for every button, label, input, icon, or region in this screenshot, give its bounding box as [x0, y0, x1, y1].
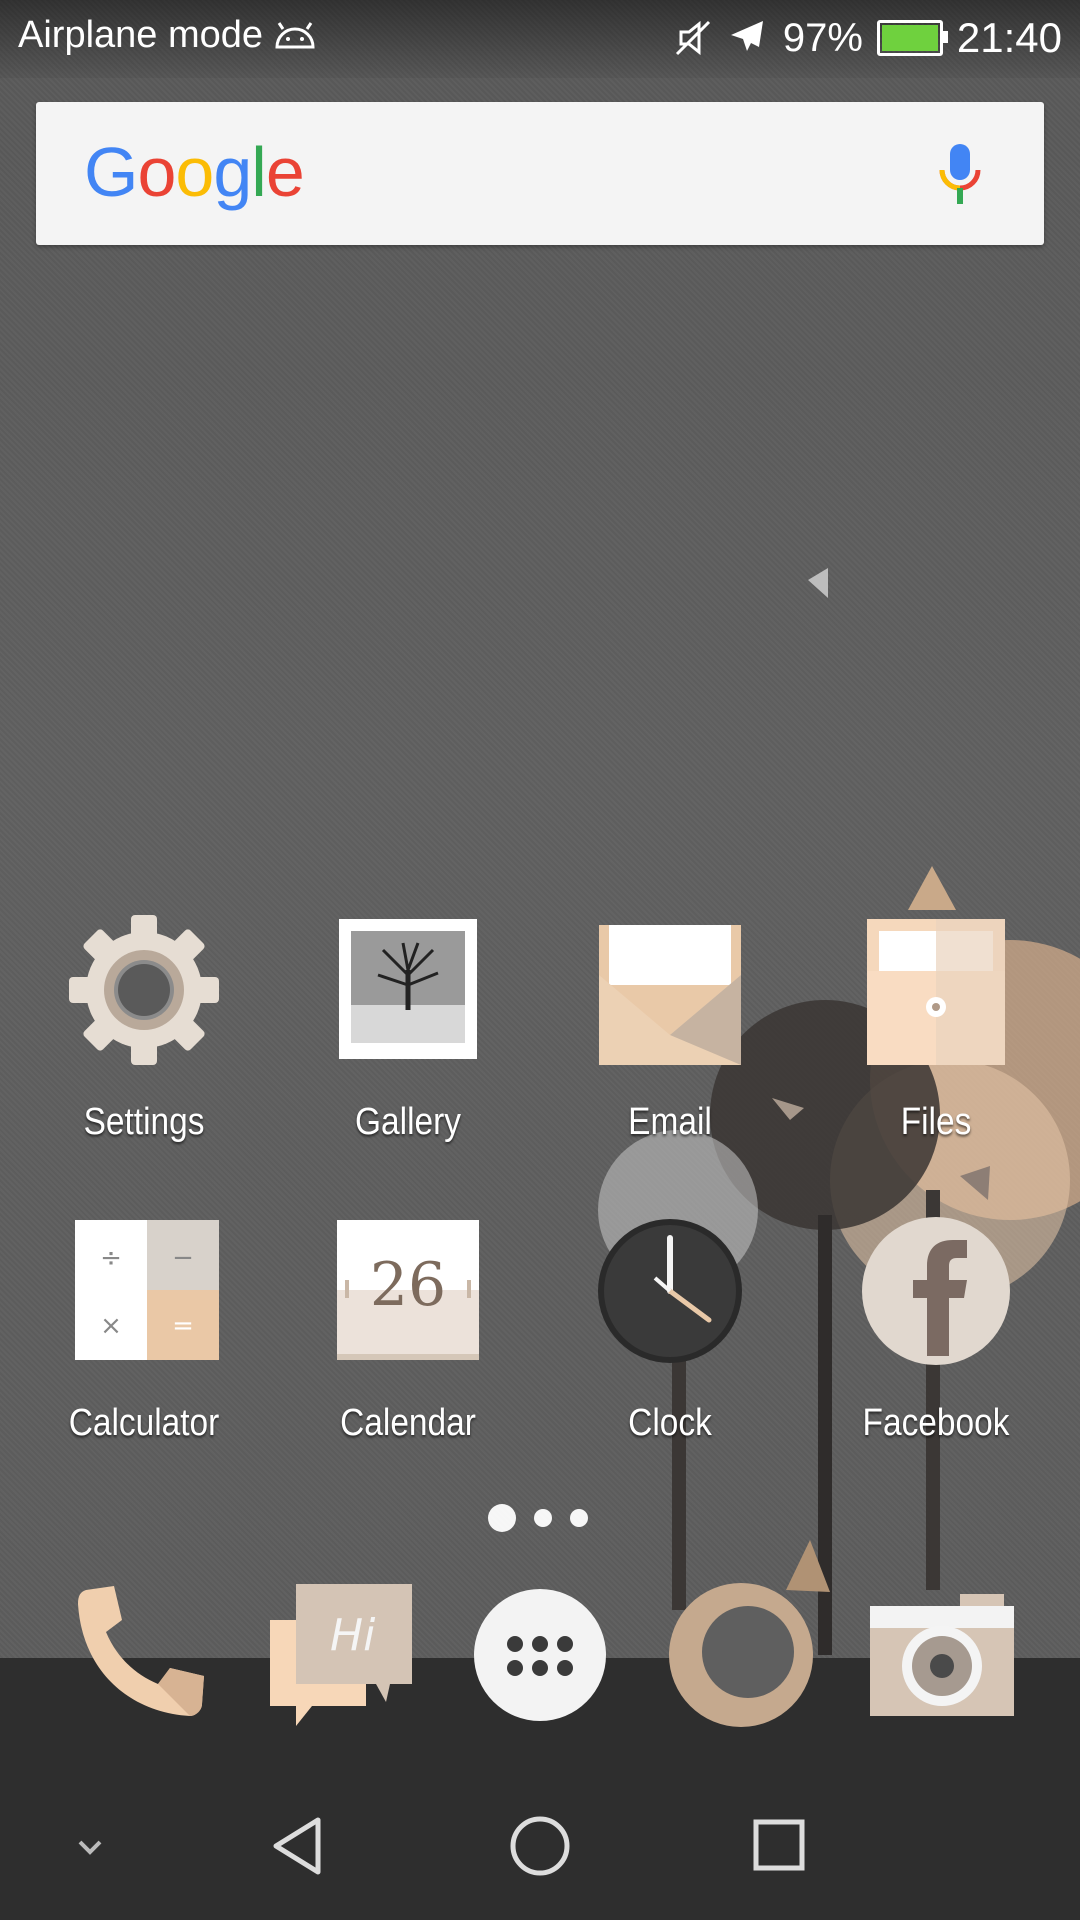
app-calendar[interactable]: 26 Calendar — [298, 1216, 518, 1445]
app-facebook[interactable]: Facebook — [826, 1216, 1046, 1445]
app-label: Calendar — [340, 1402, 476, 1444]
battery-charging-icon — [876, 20, 948, 56]
app-label: Gallery — [355, 1101, 461, 1143]
google-search-bar[interactable]: Google — [36, 102, 1044, 245]
google-logo: Google — [84, 133, 305, 211]
app-calculator[interactable]: ÷ − × = Calculator — [34, 1216, 254, 1445]
app-label: Calculator — [68, 1402, 220, 1444]
app-files[interactable]: Files — [826, 915, 1046, 1144]
airplane-mode-text: Airplane mode — [18, 14, 264, 56]
app-drawer-icon[interactable] — [465, 1580, 615, 1730]
calendar-icon: 26 — [333, 1216, 483, 1366]
app-label: Clock — [628, 1402, 712, 1444]
svg-text:÷: ÷ — [100, 1243, 122, 1273]
app-clock[interactable]: Clock — [560, 1216, 780, 1445]
facebook-icon — [861, 1216, 1011, 1366]
app-settings[interactable]: Settings — [34, 915, 254, 1144]
svg-text:×: × — [100, 1311, 122, 1341]
status-bar: Airplane mode 97% 21:40 — [0, 0, 1080, 78]
phone-icon[interactable] — [66, 1580, 216, 1730]
page-dot[interactable] — [534, 1509, 552, 1527]
page-indicator[interactable] — [488, 1504, 588, 1532]
app-gallery[interactable]: Gallery — [298, 915, 518, 1144]
clock-icon — [595, 1216, 745, 1366]
calculator-icon: ÷ − × = — [69, 1216, 219, 1366]
app-label: Settings — [83, 1101, 205, 1143]
android-icon — [275, 21, 315, 48]
svg-text:−: − — [172, 1243, 194, 1273]
svg-text:=: = — [172, 1311, 194, 1341]
calendar-date: 26 — [369, 1250, 447, 1320]
gallery-icon — [333, 915, 483, 1065]
mic-icon[interactable] — [936, 140, 984, 210]
camera-icon[interactable] — [866, 1580, 1016, 1730]
collapse-chevron-icon[interactable] — [50, 1806, 130, 1886]
browser-icon[interactable] — [666, 1580, 816, 1730]
messaging-text: Hi — [330, 1610, 376, 1661]
airplane-icon — [730, 21, 763, 51]
back-icon[interactable] — [260, 1806, 340, 1886]
mute-icon — [675, 20, 710, 56]
battery-percent: 97% — [782, 15, 863, 60]
messaging-icon[interactable]: Hi — [266, 1580, 416, 1730]
app-label: Files — [900, 1101, 972, 1143]
page-dot[interactable] — [570, 1509, 588, 1527]
home-icon[interactable] — [500, 1806, 580, 1886]
clock-time: 21:40 — [956, 14, 1062, 61]
page-dot-active[interactable] — [488, 1504, 516, 1532]
app-label: Facebook — [862, 1402, 1010, 1444]
app-label: Email — [628, 1101, 712, 1143]
files-icon — [861, 915, 1011, 1065]
app-email[interactable]: Email — [560, 915, 780, 1144]
recents-icon[interactable] — [740, 1806, 820, 1886]
settings-icon — [69, 915, 219, 1065]
email-icon — [595, 915, 745, 1065]
navigation-bar — [0, 1770, 1080, 1920]
